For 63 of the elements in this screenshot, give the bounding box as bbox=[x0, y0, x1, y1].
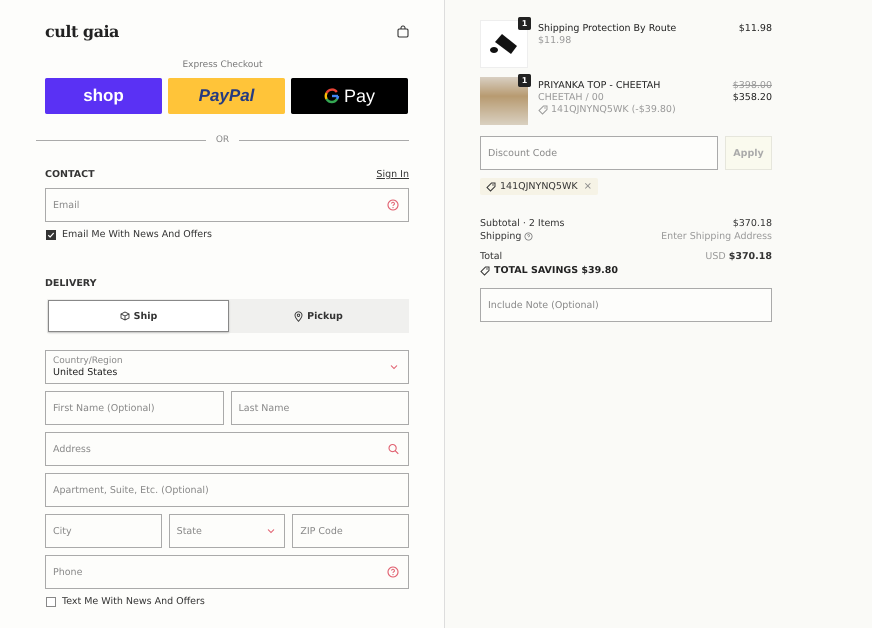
discount-label: 141QJNYNQ5WK (-$39.80) bbox=[551, 104, 676, 115]
summary-value: $370.18 bbox=[732, 218, 772, 229]
input-field[interactable]: Phone bbox=[45, 555, 409, 589]
quantity-badge: 1 bbox=[518, 74, 531, 87]
express-checkout-label: Express Checkout bbox=[182, 60, 263, 70]
input-field[interactable]: First Name (Optional) bbox=[45, 391, 224, 425]
input-field[interactable]: State bbox=[168, 514, 286, 548]
summary-value: Enter Shipping Address bbox=[661, 231, 772, 242]
currency-label: USD bbox=[705, 251, 726, 262]
product-price: $358.20 bbox=[732, 92, 772, 103]
checkbox[interactable] bbox=[46, 596, 56, 606]
original-price: $398.00 bbox=[732, 80, 772, 91]
shop-pay-button[interactable]: shop bbox=[45, 78, 162, 114]
location-pin-icon bbox=[294, 310, 304, 322]
checkbox-label: Text Me With News And Offers bbox=[62, 596, 205, 607]
shopping-bag-icon[interactable] bbox=[397, 24, 409, 38]
delivery-tab[interactable]: Pickup bbox=[229, 300, 408, 332]
product-name: PRIYANKA TOP - CHEETAH bbox=[538, 80, 662, 91]
search-icon[interactable] bbox=[388, 444, 399, 454]
input-field[interactable]: Apartment, Suite, Etc. (Optional) bbox=[45, 473, 409, 507]
tag-icon bbox=[538, 104, 548, 114]
google-pay-button[interactable]: Pay bbox=[291, 78, 408, 114]
divider-label: OR bbox=[216, 135, 230, 145]
product-variant: $11.98 bbox=[538, 35, 572, 46]
photo-placeholder bbox=[480, 77, 528, 125]
chevron-down-icon bbox=[267, 528, 276, 534]
discount-code-field[interactable]: Discount Code bbox=[480, 136, 718, 170]
logo-icon bbox=[489, 32, 519, 56]
help-icon[interactable] bbox=[387, 199, 399, 211]
total-label: Total bbox=[480, 251, 502, 262]
input-field[interactable]: Last Name bbox=[230, 391, 409, 425]
note-field[interactable]: Include Note (Optional) bbox=[480, 288, 772, 322]
checkbox[interactable] bbox=[46, 230, 56, 240]
product-name: Shipping Protection By Route bbox=[538, 23, 678, 34]
chevron-down-icon bbox=[390, 364, 398, 370]
field-value: United States bbox=[53, 367, 118, 378]
tag-icon bbox=[486, 182, 496, 192]
input-field[interactable]: City bbox=[45, 514, 162, 548]
summary-label: Subtotal · 2 Items bbox=[480, 218, 565, 229]
field-label: Country/Region bbox=[53, 356, 124, 366]
discount-code: 141QJNYNQ5WK bbox=[500, 181, 578, 192]
email-field[interactable]: Email bbox=[45, 188, 409, 222]
summary-label: Shipping bbox=[480, 231, 522, 242]
help-icon[interactable] bbox=[387, 566, 399, 578]
sign-in-link[interactable]: Sign In bbox=[376, 169, 409, 180]
product-variant: CHEETAH / 00 bbox=[538, 92, 605, 103]
box-icon bbox=[120, 311, 130, 321]
paypal-button[interactable]: PayPal bbox=[168, 78, 285, 114]
brand-logo[interactable]: cult gaia bbox=[45, 22, 119, 40]
product-price: $11.98 bbox=[738, 23, 772, 34]
section-heading: DELIVERY bbox=[45, 278, 96, 289]
section-heading: CONTACT bbox=[45, 169, 95, 180]
delivery-tab[interactable]: Ship bbox=[48, 300, 229, 332]
total-value: $370.18 bbox=[728, 251, 772, 262]
tag-icon bbox=[480, 266, 490, 276]
quantity-badge: 1 bbox=[518, 17, 531, 30]
help-icon[interactable] bbox=[524, 232, 534, 241]
g-logo-icon bbox=[324, 88, 340, 104]
checkbox-label: Email Me With News And Offers bbox=[62, 229, 212, 240]
country-select[interactable]: Country/Region United States bbox=[45, 350, 409, 384]
input-field[interactable]: ZIP Code bbox=[292, 514, 410, 548]
input-field[interactable]: Address bbox=[45, 432, 409, 466]
total-savings: TOTAL SAVINGS $39.80 bbox=[494, 265, 618, 276]
